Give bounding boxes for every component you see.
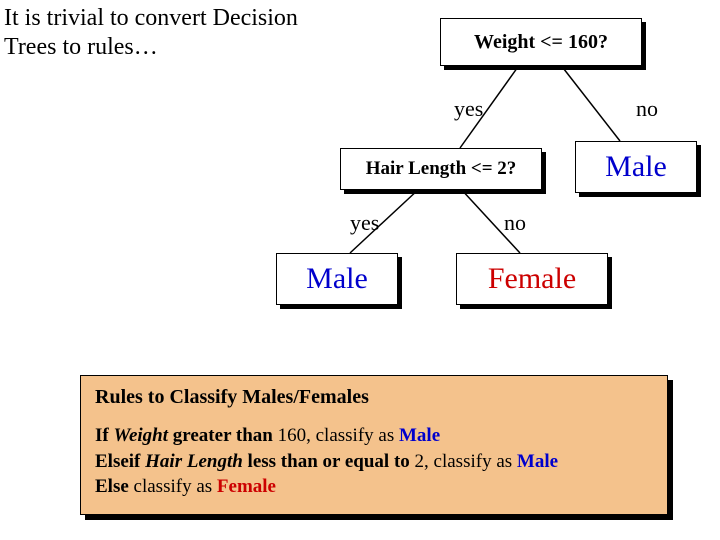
rule-class: Male bbox=[517, 451, 558, 472]
rules-body: If Weight greater than 160, classify as … bbox=[95, 423, 653, 500]
leaf-male-right: Male bbox=[575, 141, 697, 193]
rule-3: Else classify as Female bbox=[95, 474, 653, 500]
edge-label-yes: yes bbox=[454, 96, 483, 122]
leaf-male-left: Male bbox=[276, 253, 398, 305]
decision-node-hair-length: Hair Length <= 2? bbox=[340, 148, 542, 190]
edge-label-no-2: no bbox=[504, 210, 526, 236]
rule-act: classify as bbox=[311, 425, 399, 446]
edge-label-yes-2: yes bbox=[350, 210, 379, 236]
rule-cond: greater than bbox=[168, 425, 273, 446]
rule-class: Female bbox=[217, 476, 276, 497]
rule-cond: less than or equal to bbox=[243, 451, 410, 472]
rule-attr: Weight bbox=[113, 425, 168, 446]
rule-act: classify as bbox=[129, 476, 217, 497]
rules-panel: Rules to Classify Males/Females If Weigh… bbox=[80, 375, 668, 515]
rule-val: 2, bbox=[410, 451, 429, 472]
rule-keyword: If bbox=[95, 425, 109, 446]
rules-header: Rules to Classify Males/Females bbox=[95, 386, 653, 409]
rule-act: classify as bbox=[429, 451, 517, 472]
edge-label-no: no bbox=[636, 96, 658, 122]
decision-node-weight: Weight <= 160? bbox=[440, 18, 642, 66]
rule-keyword: Elseif bbox=[95, 451, 140, 472]
rule-class: Male bbox=[399, 425, 440, 446]
leaf-female: Female bbox=[456, 253, 608, 305]
rule-val: 160, bbox=[273, 425, 311, 446]
rule-1: If Weight greater than 160, classify as … bbox=[95, 423, 653, 449]
rule-keyword: Else bbox=[95, 476, 129, 497]
rule-attr: Hair Length bbox=[145, 451, 243, 472]
rule-2: Elseif Hair Length less than or equal to… bbox=[95, 449, 653, 475]
